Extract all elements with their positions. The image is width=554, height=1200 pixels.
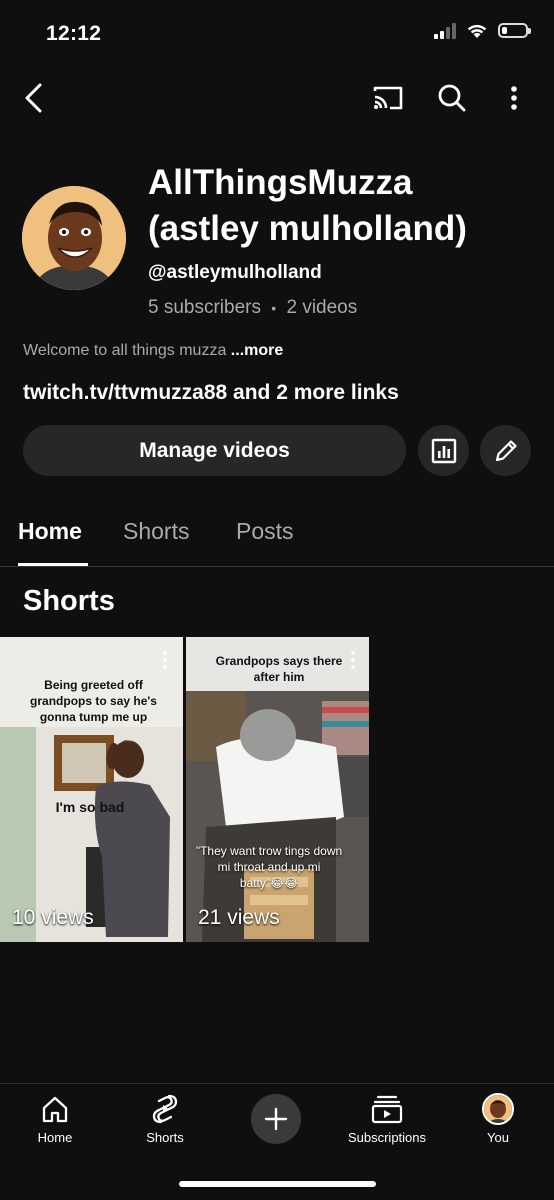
bottom-nav-divider: [0, 1083, 554, 1084]
nav-you[interactable]: You: [448, 1092, 548, 1145]
shorts-section-title: Shorts: [23, 585, 115, 617]
channel-handle: @astleymulholland: [148, 262, 322, 283]
cast-button[interactable]: [368, 78, 408, 118]
cast-icon: [373, 86, 403, 110]
plus-icon: [264, 1107, 288, 1131]
back-button[interactable]: [14, 78, 54, 118]
you-avatar-image: [484, 1095, 512, 1123]
battery-icon: [498, 23, 531, 38]
video-count: 2 videos: [286, 297, 358, 318]
description-more-link[interactable]: ...more: [231, 342, 283, 359]
create-button[interactable]: [251, 1094, 301, 1144]
back-arrow-icon: [25, 83, 42, 113]
short-1-views: 10 views: [12, 906, 94, 929]
short-2-views: 21 views: [198, 906, 280, 929]
tab-posts[interactable]: Posts: [236, 518, 294, 545]
home-indicator[interactable]: [179, 1181, 376, 1187]
channel-name-line1: AllThingsMuzza: [148, 163, 413, 202]
manage-videos-button[interactable]: Manage videos: [23, 425, 406, 476]
shorts-icon: [152, 1094, 178, 1124]
channel-description[interactable]: Welcome to all things muzza ...more: [23, 342, 283, 360]
analytics-button[interactable]: [418, 425, 469, 476]
subscriptions-icon: [371, 1095, 403, 1124]
description-text: Welcome to all things muzza: [23, 342, 227, 359]
analytics-icon: [431, 438, 456, 463]
subscriber-count: 5 subscribers: [148, 297, 261, 318]
tabs-divider: [0, 566, 554, 567]
short-thumbnail-1[interactable]: Being greeted off grandpops to say he's …: [0, 637, 183, 942]
channel-name-line2: (astley mulholland): [148, 209, 467, 248]
you-avatar: [482, 1093, 514, 1125]
tab-shorts[interactable]: Shorts: [123, 518, 189, 545]
nav-subscriptions-label: Subscriptions: [347, 1130, 427, 1145]
avatar-caricature: [22, 186, 126, 290]
wifi-icon: [467, 24, 487, 38]
short-2-overlay-text: "They want trow tings down mi throat and…: [195, 844, 343, 890]
nav-home[interactable]: Home: [5, 1092, 105, 1145]
channel-name: AllThingsMuzza (astley mulholland): [148, 160, 548, 252]
nav-subscriptions[interactable]: Subscriptions: [337, 1092, 437, 1145]
nav-shorts[interactable]: Shorts: [115, 1092, 215, 1145]
status-icons: [434, 22, 531, 39]
tab-home[interactable]: Home: [18, 518, 82, 545]
nav-you-label: You: [487, 1130, 509, 1145]
short-1-menu-icon[interactable]: [163, 651, 167, 672]
pencil-icon: [495, 439, 517, 461]
status-time: 12:12: [46, 22, 102, 45]
signal-icon: [434, 22, 456, 39]
short-2-caption: Grandpops says there after him: [215, 654, 343, 684]
short-thumbnail-2[interactable]: Grandpops says there after him "They wan…: [186, 637, 369, 942]
home-icon: [42, 1096, 68, 1123]
search-icon: [438, 84, 466, 112]
edit-channel-button[interactable]: [480, 425, 531, 476]
short-1-overlay-text: I'm so bad: [55, 799, 125, 815]
stats-separator: •: [271, 300, 277, 316]
nav-home-label: Home: [37, 1130, 73, 1145]
short-2-menu-icon[interactable]: [351, 651, 355, 672]
search-button[interactable]: [432, 78, 472, 118]
short-1-caption: Being greeted off grandpops to say he's …: [30, 678, 157, 724]
channel-stats: 5 subscribers • 2 videos: [148, 297, 357, 319]
channel-links[interactable]: twitch.tv/ttvmuzza88 and 2 more links: [23, 381, 399, 405]
channel-avatar[interactable]: [22, 186, 126, 290]
nav-shorts-label: Shorts: [146, 1130, 184, 1145]
more-vert-icon: [511, 86, 517, 110]
more-options-button[interactable]: [494, 78, 534, 118]
